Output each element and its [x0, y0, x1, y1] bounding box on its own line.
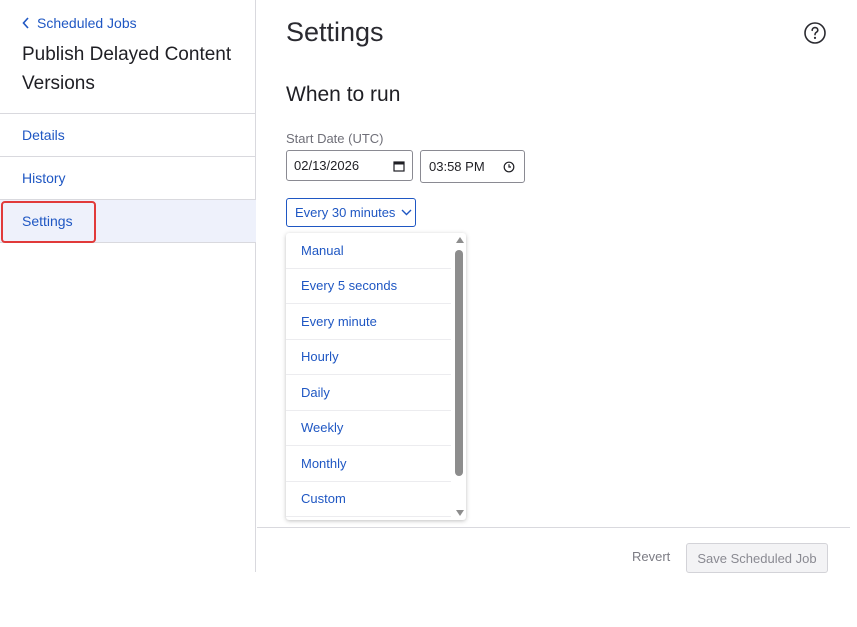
frequency-option-hourly[interactable]: Hourly — [286, 340, 451, 375]
start-time-value: 03:58 PM — [429, 159, 485, 174]
footer-divider — [257, 527, 850, 528]
scroll-up-arrow-icon[interactable] — [456, 237, 464, 243]
dropdown-scrollbar[interactable] — [453, 233, 466, 520]
question-circle-icon[interactable] — [803, 21, 827, 45]
frequency-option-custom[interactable]: Custom — [286, 482, 451, 517]
frequency-option-manual[interactable]: Manual — [286, 233, 451, 269]
frequency-option-every-minute[interactable]: Every minute — [286, 304, 451, 340]
job-title: Publish Delayed Content Versions — [22, 44, 232, 94]
nav-item-settings[interactable]: Settings — [0, 200, 256, 243]
start-date-label: Start Date (UTC) — [286, 131, 384, 146]
frequency-option-every-5-seconds[interactable]: Every 5 seconds — [286, 269, 451, 304]
chevron-down-icon — [401, 209, 412, 216]
main-panel: Settings When to run Start Date (UTC) 02… — [257, 0, 857, 627]
back-to-scheduled-jobs-link[interactable]: Scheduled Jobs — [22, 15, 137, 31]
clock-icon[interactable] — [503, 161, 515, 173]
section-title: When to run — [286, 83, 401, 106]
frequency-select[interactable]: Every 30 minutes — [286, 198, 416, 227]
start-date-input[interactable]: 02/13/2026 — [286, 150, 413, 181]
calendar-icon[interactable] — [393, 160, 405, 172]
nav-item-label: Settings — [22, 213, 73, 229]
nav-item-details[interactable]: Details — [0, 114, 256, 157]
frequency-dropdown: Manual Every 5 seconds Every minute Hour… — [286, 233, 466, 520]
frequency-option-monthly[interactable]: Monthly — [286, 446, 451, 482]
nav-item-history[interactable]: History — [0, 157, 256, 200]
start-date-value: 02/13/2026 — [294, 158, 360, 173]
frequency-option-daily[interactable]: Daily — [286, 375, 451, 411]
start-time-input[interactable]: 03:58 PM — [420, 150, 525, 183]
back-link-label: Scheduled Jobs — [37, 15, 137, 31]
frequency-option-weekly[interactable]: Weekly — [286, 411, 451, 446]
scroll-down-arrow-icon[interactable] — [456, 510, 464, 516]
save-scheduled-job-button[interactable]: Save Scheduled Job — [686, 543, 828, 573]
nav-item-label: Details — [22, 127, 65, 143]
frequency-selected-value: Every 30 minutes — [295, 205, 396, 220]
nav-item-label: History — [22, 170, 66, 186]
page-title: Settings — [286, 17, 384, 47]
frequency-options-list: Manual Every 5 seconds Every minute Hour… — [286, 233, 451, 517]
scrollbar-thumb[interactable] — [455, 250, 463, 476]
sidebar: Scheduled Jobs Publish Delayed Content V… — [0, 0, 256, 572]
scheduled-job-settings-page: Scheduled Jobs Publish Delayed Content V… — [0, 0, 857, 627]
sidebar-nav: Details History Settings — [0, 113, 256, 243]
chevron-left-icon — [22, 17, 29, 29]
revert-button[interactable]: Revert — [632, 549, 670, 564]
